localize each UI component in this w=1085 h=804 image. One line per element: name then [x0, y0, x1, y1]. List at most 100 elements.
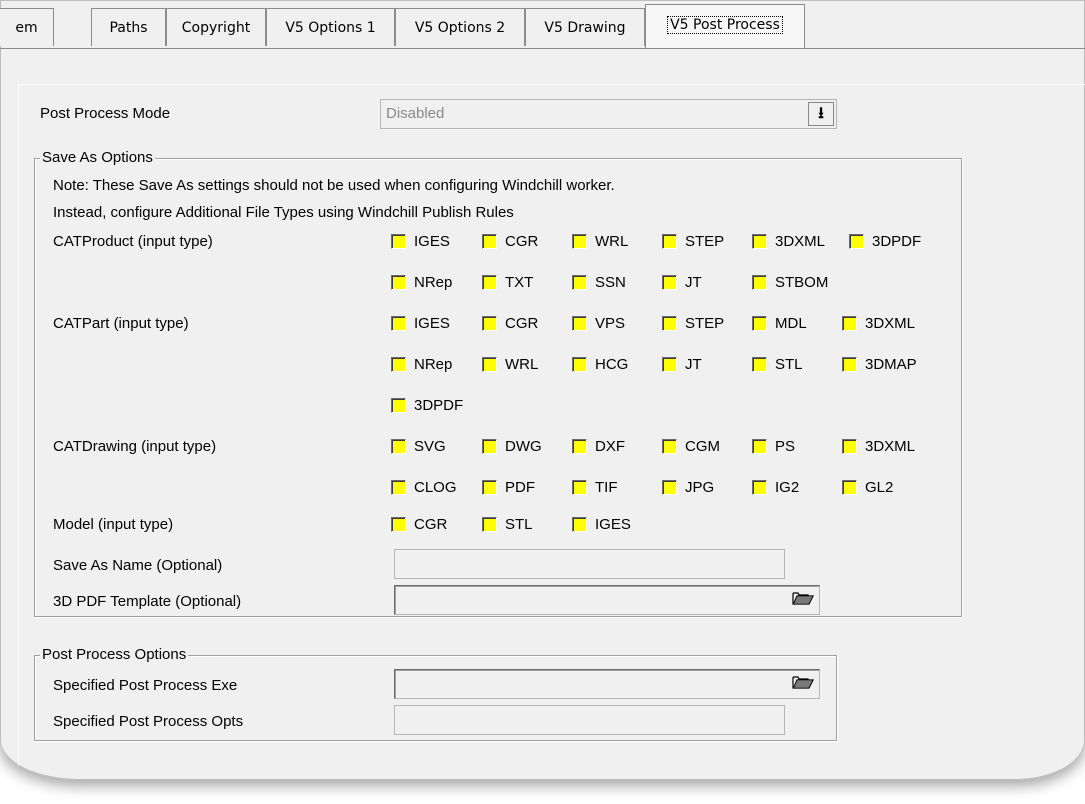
checkbox-box[interactable] — [752, 480, 767, 495]
catproduct-step-checkbox[interactable]: STEP — [662, 233, 724, 253]
checkbox-label: STBOM — [775, 274, 829, 291]
tab-v5-options-1[interactable]: V5 Options 1 — [266, 8, 395, 46]
catdrawing-jpg-checkbox[interactable]: JPG — [662, 479, 714, 499]
tab-label: Paths — [109, 20, 148, 36]
checkbox-box[interactable] — [752, 275, 767, 290]
checkbox-box[interactable] — [482, 316, 497, 331]
post-process-exe-label: Specified Post Process Exe — [53, 677, 238, 694]
catdrawing-3dxml-checkbox[interactable]: 3DXML — [842, 438, 915, 458]
checkbox-box[interactable] — [662, 316, 677, 331]
catpart-3dxml-checkbox[interactable]: 3DXML — [842, 315, 915, 335]
checkbox-box[interactable] — [752, 357, 767, 372]
checkbox-box[interactable] — [842, 357, 857, 372]
post-process-mode-select[interactable]: Disabled ⭳ — [380, 99, 837, 129]
checkbox-box[interactable] — [391, 234, 406, 249]
checkbox-box[interactable] — [662, 480, 677, 495]
catproduct-3dxml-checkbox[interactable]: 3DXML — [752, 233, 825, 253]
catdrawing-svg-checkbox[interactable]: SVG — [391, 438, 446, 458]
checkbox-box[interactable] — [572, 316, 587, 331]
catproduct-cgr-checkbox[interactable]: CGR — [482, 233, 538, 253]
checkbox-box[interactable] — [391, 439, 406, 454]
catdrawing-tif-checkbox[interactable]: TIF — [572, 479, 618, 499]
catproduct-wrl-checkbox[interactable]: WRL — [572, 233, 628, 253]
checkbox-box[interactable] — [482, 439, 497, 454]
catdrawing-cgm-checkbox[interactable]: CGM — [662, 438, 720, 458]
catdrawing-clog-checkbox[interactable]: CLOG — [391, 479, 457, 499]
post-process-exe-input[interactable] — [394, 669, 820, 699]
checkbox-box[interactable] — [662, 234, 677, 249]
catpart-jt-checkbox[interactable]: JT — [662, 356, 702, 376]
checkbox-box[interactable] — [391, 357, 406, 372]
catproduct-ssn-checkbox[interactable]: SSN — [572, 274, 626, 294]
checkbox-box[interactable] — [391, 517, 406, 532]
checkbox-box[interactable] — [842, 316, 857, 331]
catpart-3dmap-checkbox[interactable]: 3DMAP — [842, 356, 917, 376]
checkbox-box[interactable] — [482, 234, 497, 249]
catpart-vps-checkbox[interactable]: VPS — [572, 315, 625, 335]
catproduct-nrep-checkbox[interactable]: NRep — [391, 274, 452, 294]
catpart-step-checkbox[interactable]: STEP — [662, 315, 724, 335]
catdrawing-dwg-checkbox[interactable]: DWG — [482, 438, 542, 458]
catpart-wrl-checkbox[interactable]: WRL — [482, 356, 538, 376]
catpart-hcg-checkbox[interactable]: HCG — [572, 356, 628, 376]
checkbox-box[interactable] — [572, 275, 587, 290]
options-dialog-panel: em Paths Copyright V5 Options 1 V5 Optio… — [0, 0, 1085, 780]
checkbox-box[interactable] — [572, 357, 587, 372]
checkbox-box[interactable] — [842, 439, 857, 454]
pdf-template-input[interactable] — [394, 585, 820, 615]
folder-open-icon[interactable] — [791, 590, 815, 610]
checkbox-box[interactable] — [482, 275, 497, 290]
catdrawing-gl2-checkbox[interactable]: GL2 — [842, 479, 893, 499]
checkbox-label: JT — [685, 274, 702, 291]
catdrawing-pdf-checkbox[interactable]: PDF — [482, 479, 535, 499]
checkbox-box[interactable] — [752, 234, 767, 249]
checkbox-box[interactable] — [482, 517, 497, 532]
catpart-mdl-checkbox[interactable]: MDL — [752, 315, 807, 335]
catproduct-3dpdf-checkbox[interactable]: 3DPDF — [849, 233, 921, 253]
catproduct-txt-checkbox[interactable]: TXT — [482, 274, 533, 294]
tab-v5-drawing[interactable]: V5 Drawing — [525, 8, 645, 46]
catdrawing-dxf-checkbox[interactable]: DXF — [572, 438, 625, 458]
catpart-3dpdf-checkbox[interactable]: 3DPDF — [391, 397, 463, 417]
tab-copyright[interactable]: Copyright — [166, 8, 266, 46]
checkbox-box[interactable] — [572, 439, 587, 454]
model-stl-checkbox[interactable]: STL — [482, 516, 533, 536]
model-cgr-checkbox[interactable]: CGR — [391, 516, 447, 536]
checkbox-box[interactable] — [391, 316, 406, 331]
catpart-nrep-checkbox[interactable]: NRep — [391, 356, 452, 376]
folder-open-icon[interactable] — [791, 674, 815, 694]
checkbox-box[interactable] — [752, 316, 767, 331]
checkbox-box[interactable] — [391, 398, 406, 413]
save-as-name-input[interactable] — [394, 549, 785, 579]
catdrawing-ps-checkbox[interactable]: PS — [752, 438, 795, 458]
tab-system[interactable]: em — [0, 8, 54, 46]
post-process-opts-input[interactable] — [394, 705, 785, 735]
catdrawing-ig2-checkbox[interactable]: IG2 — [752, 479, 799, 499]
tab-v5-post-process[interactable]: V5 Post Process — [645, 4, 805, 48]
post-process-mode-label: Post Process Mode — [40, 105, 171, 122]
checkbox-box[interactable] — [572, 517, 587, 532]
checkbox-box[interactable] — [391, 275, 406, 290]
checkbox-box[interactable] — [482, 357, 497, 372]
checkbox-box[interactable] — [572, 234, 587, 249]
tab-v5-options-2[interactable]: V5 Options 2 — [395, 8, 525, 46]
checkbox-box[interactable] — [482, 480, 497, 495]
catproduct-iges-checkbox[interactable]: IGES — [391, 233, 450, 253]
dropdown-arrow-icon[interactable]: ⭳ — [808, 102, 834, 126]
catpart-cgr-checkbox[interactable]: CGR — [482, 315, 538, 335]
checkbox-box[interactable] — [842, 480, 857, 495]
catpart-iges-checkbox[interactable]: IGES — [391, 315, 450, 335]
model-iges-checkbox[interactable]: IGES — [572, 516, 631, 536]
checkbox-box[interactable] — [572, 480, 587, 495]
checkbox-box[interactable] — [662, 357, 677, 372]
checkbox-box[interactable] — [662, 275, 677, 290]
catpart-stl-checkbox[interactable]: STL — [752, 356, 803, 376]
checkbox-box[interactable] — [662, 439, 677, 454]
checkbox-box[interactable] — [849, 234, 864, 249]
tab-paths[interactable]: Paths — [91, 8, 166, 46]
catproduct-jt-checkbox[interactable]: JT — [662, 274, 702, 294]
catproduct-stbom-checkbox[interactable]: STBOM — [752, 274, 828, 294]
checkbox-label: DXF — [595, 438, 625, 455]
checkbox-box[interactable] — [391, 480, 406, 495]
checkbox-box[interactable] — [752, 439, 767, 454]
